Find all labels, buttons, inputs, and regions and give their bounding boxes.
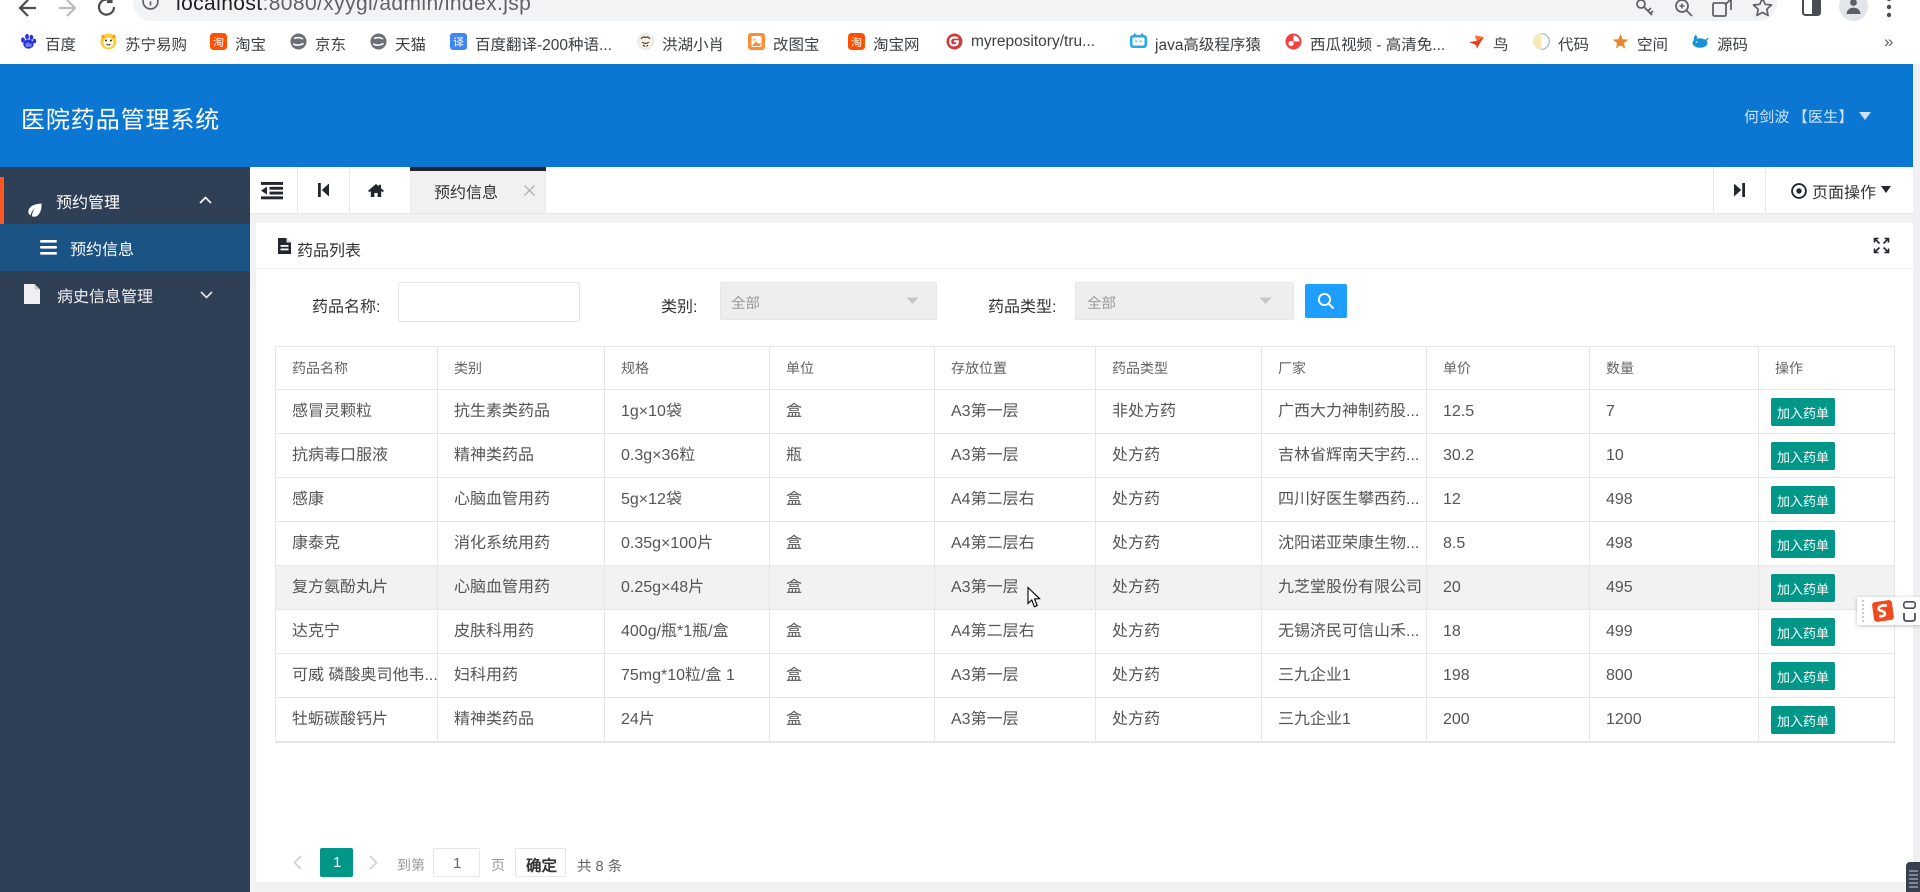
svg-text:淘: 淘	[213, 34, 224, 50]
svg-text:淘: 淘	[851, 34, 862, 50]
svg-text:译: 译	[453, 34, 464, 50]
svg-text:du: du	[25, 42, 31, 48]
